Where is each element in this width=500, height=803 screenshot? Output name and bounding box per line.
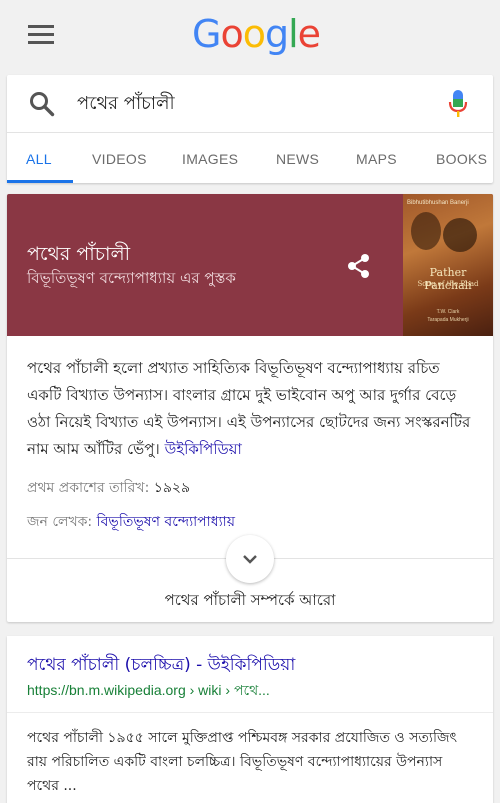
expand-button[interactable] bbox=[226, 535, 274, 583]
cover-author: Bibhutibhushan Banerji bbox=[407, 200, 469, 206]
divider bbox=[7, 712, 493, 713]
logo-letter: g bbox=[264, 12, 289, 56]
knowledge-panel-description: পথের পাঁচালী হলো প্রখ্যাত সাহিত্যিক বিভূ… bbox=[27, 355, 477, 463]
logo-letter: e bbox=[297, 12, 321, 56]
tab-images[interactable]: IMAGES bbox=[182, 151, 238, 167]
knowledge-panel-subtitle: বিভূতিভূষণ বন্দ্যোপাধ্যায় এর পুস্তক bbox=[27, 269, 236, 287]
fact-first-published: প্রথম প্রকাশের তারিখ: ১৯২৯ bbox=[27, 476, 190, 500]
share-icon[interactable] bbox=[345, 252, 373, 280]
fact-key: প্রথম প্রকাশের তারিখ: bbox=[27, 480, 150, 496]
author-link[interactable]: বিভূতিভূষণ বন্দ্যোপাধ্যায় bbox=[97, 514, 235, 530]
google-logo[interactable]: Google bbox=[192, 12, 321, 56]
search-bar bbox=[7, 75, 493, 133]
fact-author: জন লেখক: বিভূতিভূষণ বন্দ্যোপাধ্যায় bbox=[27, 510, 235, 534]
result-url[interactable]: https://bn.m.wikipedia.org › wiki › পথে.… bbox=[27, 679, 270, 703]
search-card: ALL VIDEOS IMAGES NEWS MAPS BOOKS bbox=[7, 75, 493, 183]
chevron-down-icon bbox=[243, 555, 257, 564]
cover-title: Pather Panchali bbox=[424, 266, 472, 292]
more-about-link[interactable]: পথের পাঁচালী সম্পর্কে আরো bbox=[7, 589, 493, 614]
search-result: পথের পাঁচালী (চলচ্চিত্র) - উইকিপিডিয়া h… bbox=[7, 636, 493, 803]
cover-figure bbox=[411, 212, 441, 250]
tab-maps[interactable]: MAPS bbox=[356, 151, 397, 167]
tab-news[interactable]: NEWS bbox=[276, 151, 319, 167]
search-input[interactable] bbox=[77, 85, 427, 123]
logo-letter: o bbox=[220, 12, 243, 56]
top-bar: Google bbox=[0, 0, 500, 74]
fact-key: জন লেখক: bbox=[27, 514, 93, 530]
menu-icon[interactable] bbox=[28, 25, 54, 45]
logo-letter: l bbox=[288, 12, 299, 56]
result-snippet: পথের পাঁচালী ১৯৫৫ সালে মুক্তিপ্রাপ্ত পশ্… bbox=[27, 730, 457, 794]
tab-all[interactable]: ALL bbox=[26, 151, 52, 167]
cover-subtitle: Song of the Road bbox=[417, 280, 479, 288]
microphone-icon[interactable] bbox=[448, 89, 468, 119]
logo-letter: o bbox=[242, 12, 266, 56]
tab-books[interactable]: BOOKS bbox=[436, 151, 487, 167]
search-tabs: ALL VIDEOS IMAGES NEWS MAPS BOOKS bbox=[7, 133, 493, 183]
active-tab-indicator bbox=[7, 180, 73, 183]
knowledge-panel: পথের পাঁচালী বিভূতিভূষণ বন্দ্যোপাধ্যায় … bbox=[7, 194, 493, 622]
logo-letter: G bbox=[192, 12, 221, 56]
tab-videos[interactable]: VIDEOS bbox=[92, 151, 147, 167]
knowledge-panel-header: পথের পাঁচালী বিভূতিভূষণ বন্দ্যোপাধ্যায় … bbox=[7, 194, 493, 336]
description-text: পথের পাঁচালী হলো প্রখ্যাত সাহিত্যিক বিভূ… bbox=[27, 359, 471, 458]
book-cover-image[interactable]: Bibhutibhushan Banerji Pather Panchali S… bbox=[403, 194, 493, 336]
search-icon[interactable] bbox=[29, 91, 55, 117]
cover-translators: T.W. Clark Tarapada Mukherji bbox=[427, 309, 469, 323]
cover-figure bbox=[443, 218, 477, 252]
result-title-link[interactable]: পথের পাঁচালী (চলচ্চিত্র) - উইকিপিডিয়া bbox=[27, 652, 295, 680]
wikipedia-source-link[interactable]: উইকিপিডিয়া bbox=[165, 440, 242, 458]
fact-value: ১৯২৯ bbox=[153, 480, 191, 496]
